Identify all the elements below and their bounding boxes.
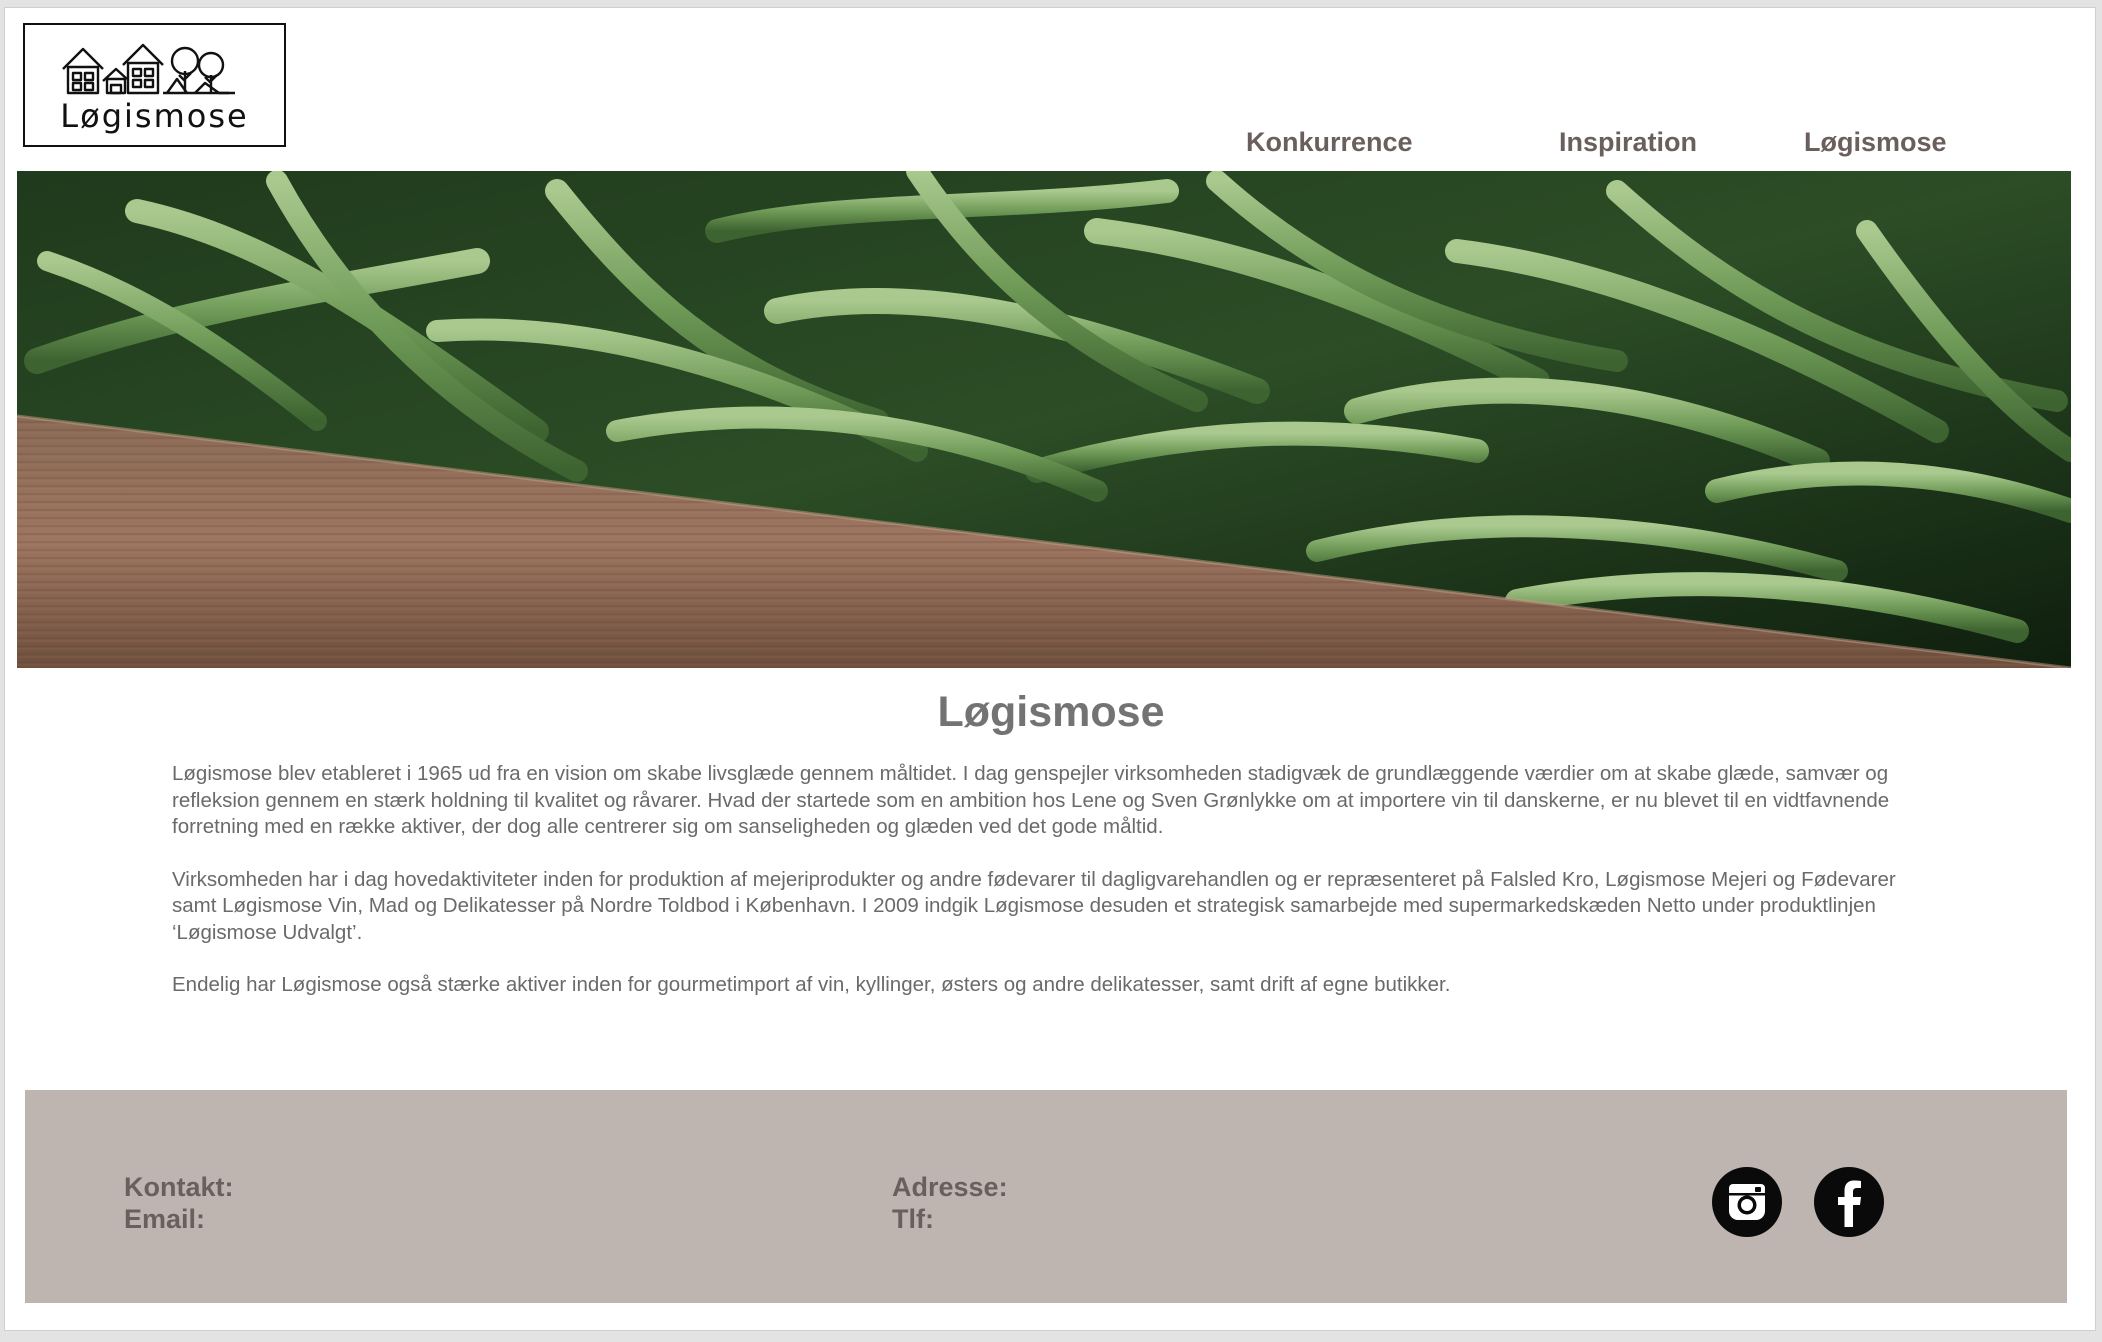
facebook-icon[interactable] bbox=[1814, 1167, 1884, 1237]
page-title: Løgismose bbox=[937, 688, 1165, 736]
footer-contact-label: Kontakt: bbox=[124, 1172, 234, 1202]
paragraph: Endelig har Løgismose også stærke aktive… bbox=[172, 973, 1451, 996]
hero-image bbox=[17, 171, 2071, 668]
nav-item-konkurrence[interactable]: Konkurrence bbox=[1246, 127, 1413, 158]
instagram-icon[interactable] bbox=[1712, 1167, 1782, 1237]
paragraph: Virksomheden har i dag hovedaktiviteter … bbox=[172, 867, 1896, 944]
main-nav: Konkurrence Inspiration Løgismose bbox=[0, 127, 2102, 167]
nav-item-logismose[interactable]: Løgismose bbox=[1804, 127, 1947, 158]
houses-trees-icon bbox=[62, 43, 235, 95]
footer-address-label: Adresse: bbox=[892, 1172, 1008, 1202]
about-text: Løgismose blev etableret i 1965 ud fra e… bbox=[172, 761, 1932, 1025]
nav-item-inspiration[interactable]: Inspiration bbox=[1559, 127, 1697, 158]
footer-email-label: Email: bbox=[124, 1204, 206, 1234]
paragraph: Løgismose blev etableret i 1965 ud fra e… bbox=[172, 762, 1890, 838]
footer-phone-label: Tlf: bbox=[892, 1204, 934, 1234]
